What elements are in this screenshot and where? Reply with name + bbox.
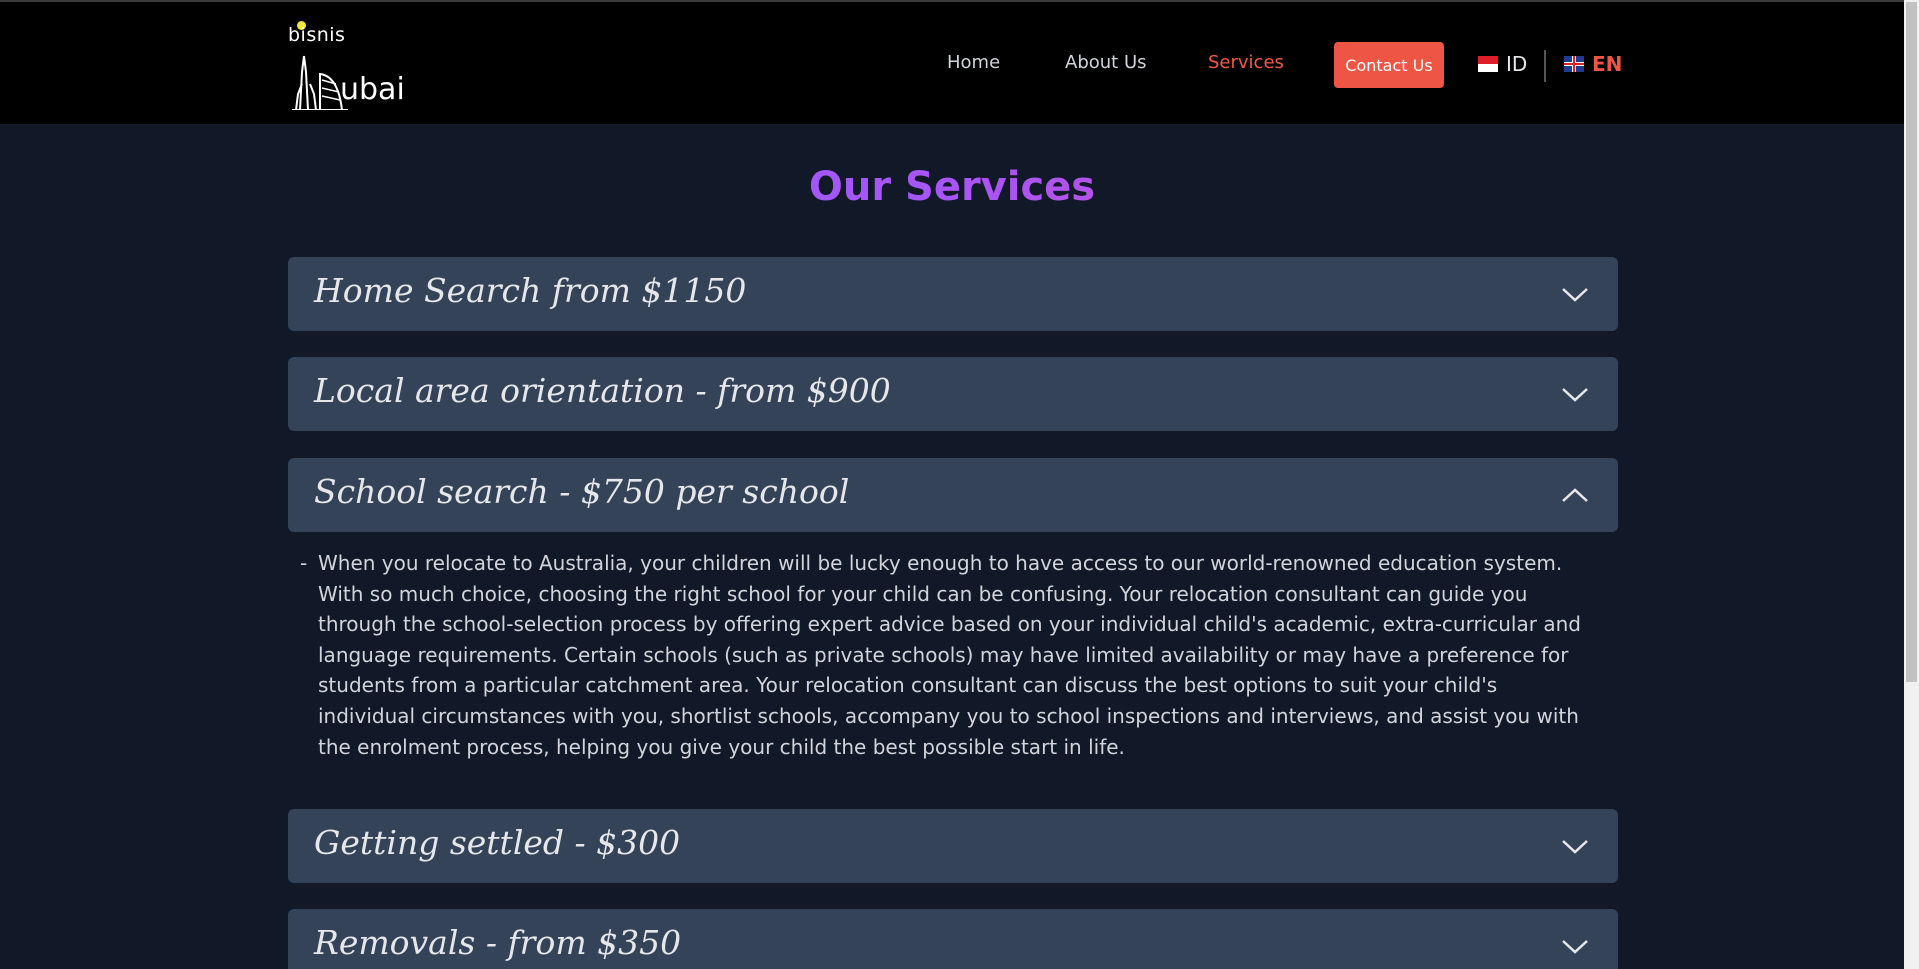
lang-en-label: EN [1592,52,1623,76]
lang-divider [1544,50,1546,82]
scrollbar-thumb[interactable] [1906,2,1917,682]
service-item-school-search[interactable]: School search - $750 per school [288,458,1618,532]
service-description: When you relocate to Australia, your chi… [318,551,1581,759]
page: bisnis ubai Home About Us Services Conta… [0,0,1904,969]
service-title: Local area orientation - from $900 [314,371,891,410]
body-bullet: - [300,551,308,575]
chevron-down-icon [1562,940,1588,954]
service-title: Getting settled - $300 [314,823,681,862]
scrollbar[interactable] [1904,0,1919,969]
main-nav: Home About Us Services Contact Us ID EN [0,42,1904,88]
service-title: Home Search from $1150 [314,271,747,310]
chevron-down-icon [1562,840,1588,854]
indonesia-flag-icon [1478,56,1498,72]
lang-id-label: ID [1506,52,1528,76]
chevron-up-icon [1562,488,1588,502]
service-item-local-orientation[interactable]: Local area orientation - from $900 [288,357,1618,431]
service-title: Removals - from $350 [314,923,682,962]
service-item-home-search[interactable]: Home Search from $1150 [288,257,1618,331]
nav-home[interactable]: Home [947,52,1000,73]
service-item-getting-settled[interactable]: Getting settled - $300 [288,809,1618,883]
service-body-school-search: - When you relocate to Australia, your c… [300,548,1600,762]
nav-services[interactable]: Services [1208,52,1284,73]
service-title: School search - $750 per school [314,472,850,511]
page-title: Our Services [0,164,1904,210]
lang-id[interactable]: ID [1478,52,1527,76]
chevron-down-icon [1562,288,1588,302]
nav-about-us[interactable]: About Us [1065,52,1147,73]
contact-us-button[interactable]: Contact Us [1334,42,1444,88]
uk-flag-icon [1564,56,1584,72]
site-header: bisnis ubai Home About Us Services Conta… [0,0,1904,124]
chevron-down-icon [1562,388,1588,402]
service-item-removals[interactable]: Removals - from $350 [288,909,1618,969]
lang-en[interactable]: EN [1564,52,1622,76]
